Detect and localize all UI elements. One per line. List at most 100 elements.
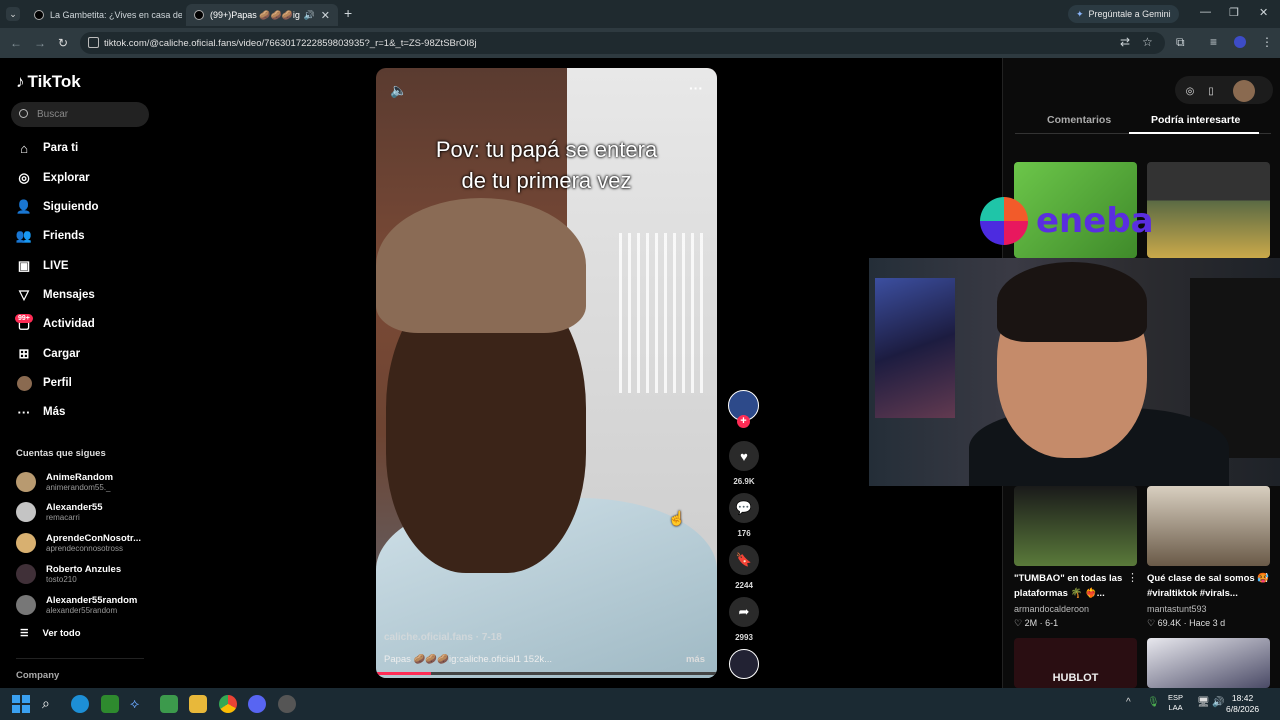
- tab-comments[interactable]: Comentarios: [1047, 114, 1111, 126]
- nav-label: Mensajes: [43, 289, 95, 301]
- browser-tab-active[interactable]: (99+)Papas 🥔🥔🥔ig:calic... 🔊 ✕: [186, 4, 338, 26]
- close-tab-icon[interactable]: ✕: [321, 9, 330, 22]
- language-indicator[interactable]: ESP LAA: [1168, 693, 1183, 713]
- app-icon[interactable]: [278, 695, 296, 713]
- extensions-icon[interactable]: ⧉: [1176, 35, 1185, 50]
- discord-icon[interactable]: [248, 695, 266, 713]
- video-thumbnail[interactable]: [1014, 486, 1137, 566]
- network-icon[interactable]: 🖥: [1197, 697, 1210, 708]
- see-all-label: Ver todo: [42, 628, 81, 639]
- sponsor-name: eneba: [1036, 201, 1154, 241]
- see-all-button[interactable]: ☰ Ver todo: [20, 628, 81, 639]
- followed-account[interactable]: AnimeRandom animerandom55._: [16, 469, 113, 495]
- profile-avatar[interactable]: [1233, 80, 1255, 102]
- heart-outline-icon: ♡: [1147, 618, 1156, 628]
- more-link[interactable]: más: [686, 654, 705, 665]
- nav-cargar[interactable]: ⊞ Cargar: [16, 344, 81, 364]
- forward-icon[interactable]: →: [34, 36, 46, 50]
- account-name: Alexander55: [46, 502, 103, 513]
- tab-search-icon[interactable]: ⌄: [6, 7, 20, 21]
- xbox-icon[interactable]: [101, 695, 119, 713]
- tab-interest[interactable]: Podría interesarte: [1151, 114, 1240, 126]
- video-progress-bar[interactable]: [376, 672, 717, 675]
- separator: ·: [1183, 618, 1187, 628]
- next-creator-avatar[interactable]: [729, 649, 759, 679]
- video-thumbnail[interactable]: HUBLOT: [1014, 638, 1137, 688]
- nav-friends[interactable]: 👥 Friends: [16, 226, 85, 246]
- video-author[interactable]: mantastunt593: [1147, 604, 1207, 614]
- heart-icon: ♥: [729, 441, 759, 471]
- avatar: [16, 595, 36, 615]
- video-author[interactable]: armandocalderoon: [1014, 604, 1089, 614]
- video-title[interactable]: "TUMBAO" en todas las plataformas 🌴 ❤️‍🔥…: [1014, 571, 1139, 601]
- hand-cursor-icon: ☝: [668, 510, 686, 526]
- followed-account[interactable]: AprendeConNosotr... aprendeconnosotross: [16, 530, 141, 556]
- windows-start-icon[interactable]: [12, 695, 30, 713]
- video-more-icon[interactable]: ···: [689, 80, 703, 96]
- follow-plus-icon[interactable]: +: [737, 415, 750, 428]
- phone-icon[interactable]: ▯: [1200, 80, 1222, 102]
- video-frame-cap: [376, 198, 586, 333]
- nav-para-ti[interactable]: ⌂ Para ti: [16, 138, 78, 158]
- video-thumbnail[interactable]: [1147, 486, 1270, 566]
- followed-account[interactable]: Alexander55random alexander55random: [16, 592, 137, 618]
- browser-tab[interactable]: La Gambetita: ¿Vives en casa de... ✕: [26, 4, 182, 26]
- like-button[interactable]: ♥ 26.9K: [728, 441, 760, 486]
- card-more-icon[interactable]: ⋮: [1261, 571, 1272, 584]
- store-icon[interactable]: [160, 695, 178, 713]
- eneba-logo-icon: [980, 197, 1028, 245]
- edge-icon[interactable]: [71, 695, 89, 713]
- tray-chevron-icon[interactable]: ^: [1126, 697, 1131, 708]
- close-window-icon[interactable]: ✕: [1259, 6, 1268, 19]
- minimize-icon[interactable]: —: [1200, 6, 1211, 18]
- nav-live[interactable]: ▣ LIVE: [16, 256, 69, 276]
- nav-perfil[interactable]: Perfil: [16, 373, 72, 393]
- share-button[interactable]: ➦ 2993: [728, 597, 760, 642]
- new-tab-button[interactable]: +: [344, 5, 352, 21]
- nav-mas[interactable]: ··· Más: [16, 402, 66, 422]
- nav-label: Más: [43, 406, 66, 418]
- card-more-icon[interactable]: ⋮: [1127, 571, 1138, 584]
- bookmark-star-icon[interactable]: ☆: [1142, 35, 1153, 49]
- search-icon[interactable]: ⌕: [42, 695, 60, 713]
- video-title[interactable]: Qué clase de sal somos 🥵#viraltiktok #vi…: [1147, 571, 1272, 601]
- account-name: AnimeRandom: [46, 472, 114, 483]
- compass-icon[interactable]: ◎: [1179, 80, 1201, 102]
- comment-button[interactable]: 💬 176: [728, 493, 760, 538]
- site-info-icon[interactable]: [88, 37, 99, 48]
- caption-line: de tu primera vez: [461, 168, 632, 193]
- company-link[interactable]: Company: [16, 670, 59, 681]
- volume-icon[interactable]: 🔊: [1212, 697, 1224, 708]
- nav-mensajes[interactable]: ▽ Mensajes: [16, 285, 95, 305]
- url-field[interactable]: tiktok.com/@caliche.oficial.fans/video/7…: [80, 32, 1165, 54]
- chrome-icon[interactable]: [219, 695, 237, 713]
- nav-explorar[interactable]: ◎ Explorar: [16, 168, 89, 188]
- save-button[interactable]: 🔖 2244: [728, 545, 760, 590]
- gemini-button[interactable]: ✦ Pregúntale a Gemini: [1068, 5, 1179, 23]
- video-thumbnail[interactable]: [1147, 638, 1270, 688]
- video-player[interactable]: Pov: tu papá se entera de tu primera vez…: [376, 68, 717, 678]
- back-icon[interactable]: ←: [10, 36, 22, 50]
- speaker-icon[interactable]: 🔊: [304, 10, 315, 21]
- volume-icon[interactable]: 🔈: [390, 82, 407, 99]
- app-icon[interactable]: ⟡: [130, 695, 148, 713]
- menu-dots-icon[interactable]: ⋮: [1261, 35, 1273, 49]
- followed-account[interactable]: Alexander55 remacarri: [16, 499, 103, 525]
- nav-siguiendo[interactable]: 👤 Siguiendo: [16, 197, 99, 217]
- taskbar-clock[interactable]: 18:42 6/8/2026: [1226, 693, 1259, 715]
- account-handle: aprendeconnosotross: [46, 544, 123, 553]
- account-name: Roberto Anzules: [46, 564, 122, 575]
- share-icon: ➦: [729, 597, 759, 627]
- translate-icon[interactable]: ⇄: [1120, 35, 1130, 49]
- microphone-icon[interactable]: 🎙: [1147, 697, 1160, 708]
- reload-icon[interactable]: ↻: [58, 36, 68, 50]
- search-input[interactable]: Buscar: [11, 102, 149, 127]
- tiktok-logo[interactable]: ♪ TikTok: [16, 72, 81, 92]
- video-author[interactable]: caliche.oficial.fans · 7-18: [384, 632, 502, 643]
- profile-avatar[interactable]: [1234, 36, 1246, 48]
- followed-account[interactable]: Roberto Anzules tosto210: [16, 561, 121, 587]
- video-thumbnail[interactable]: [1147, 162, 1270, 258]
- restore-icon[interactable]: ❐: [1229, 6, 1239, 19]
- media-controls-icon[interactable]: ≡: [1210, 35, 1217, 49]
- file-explorer-icon[interactable]: [189, 695, 207, 713]
